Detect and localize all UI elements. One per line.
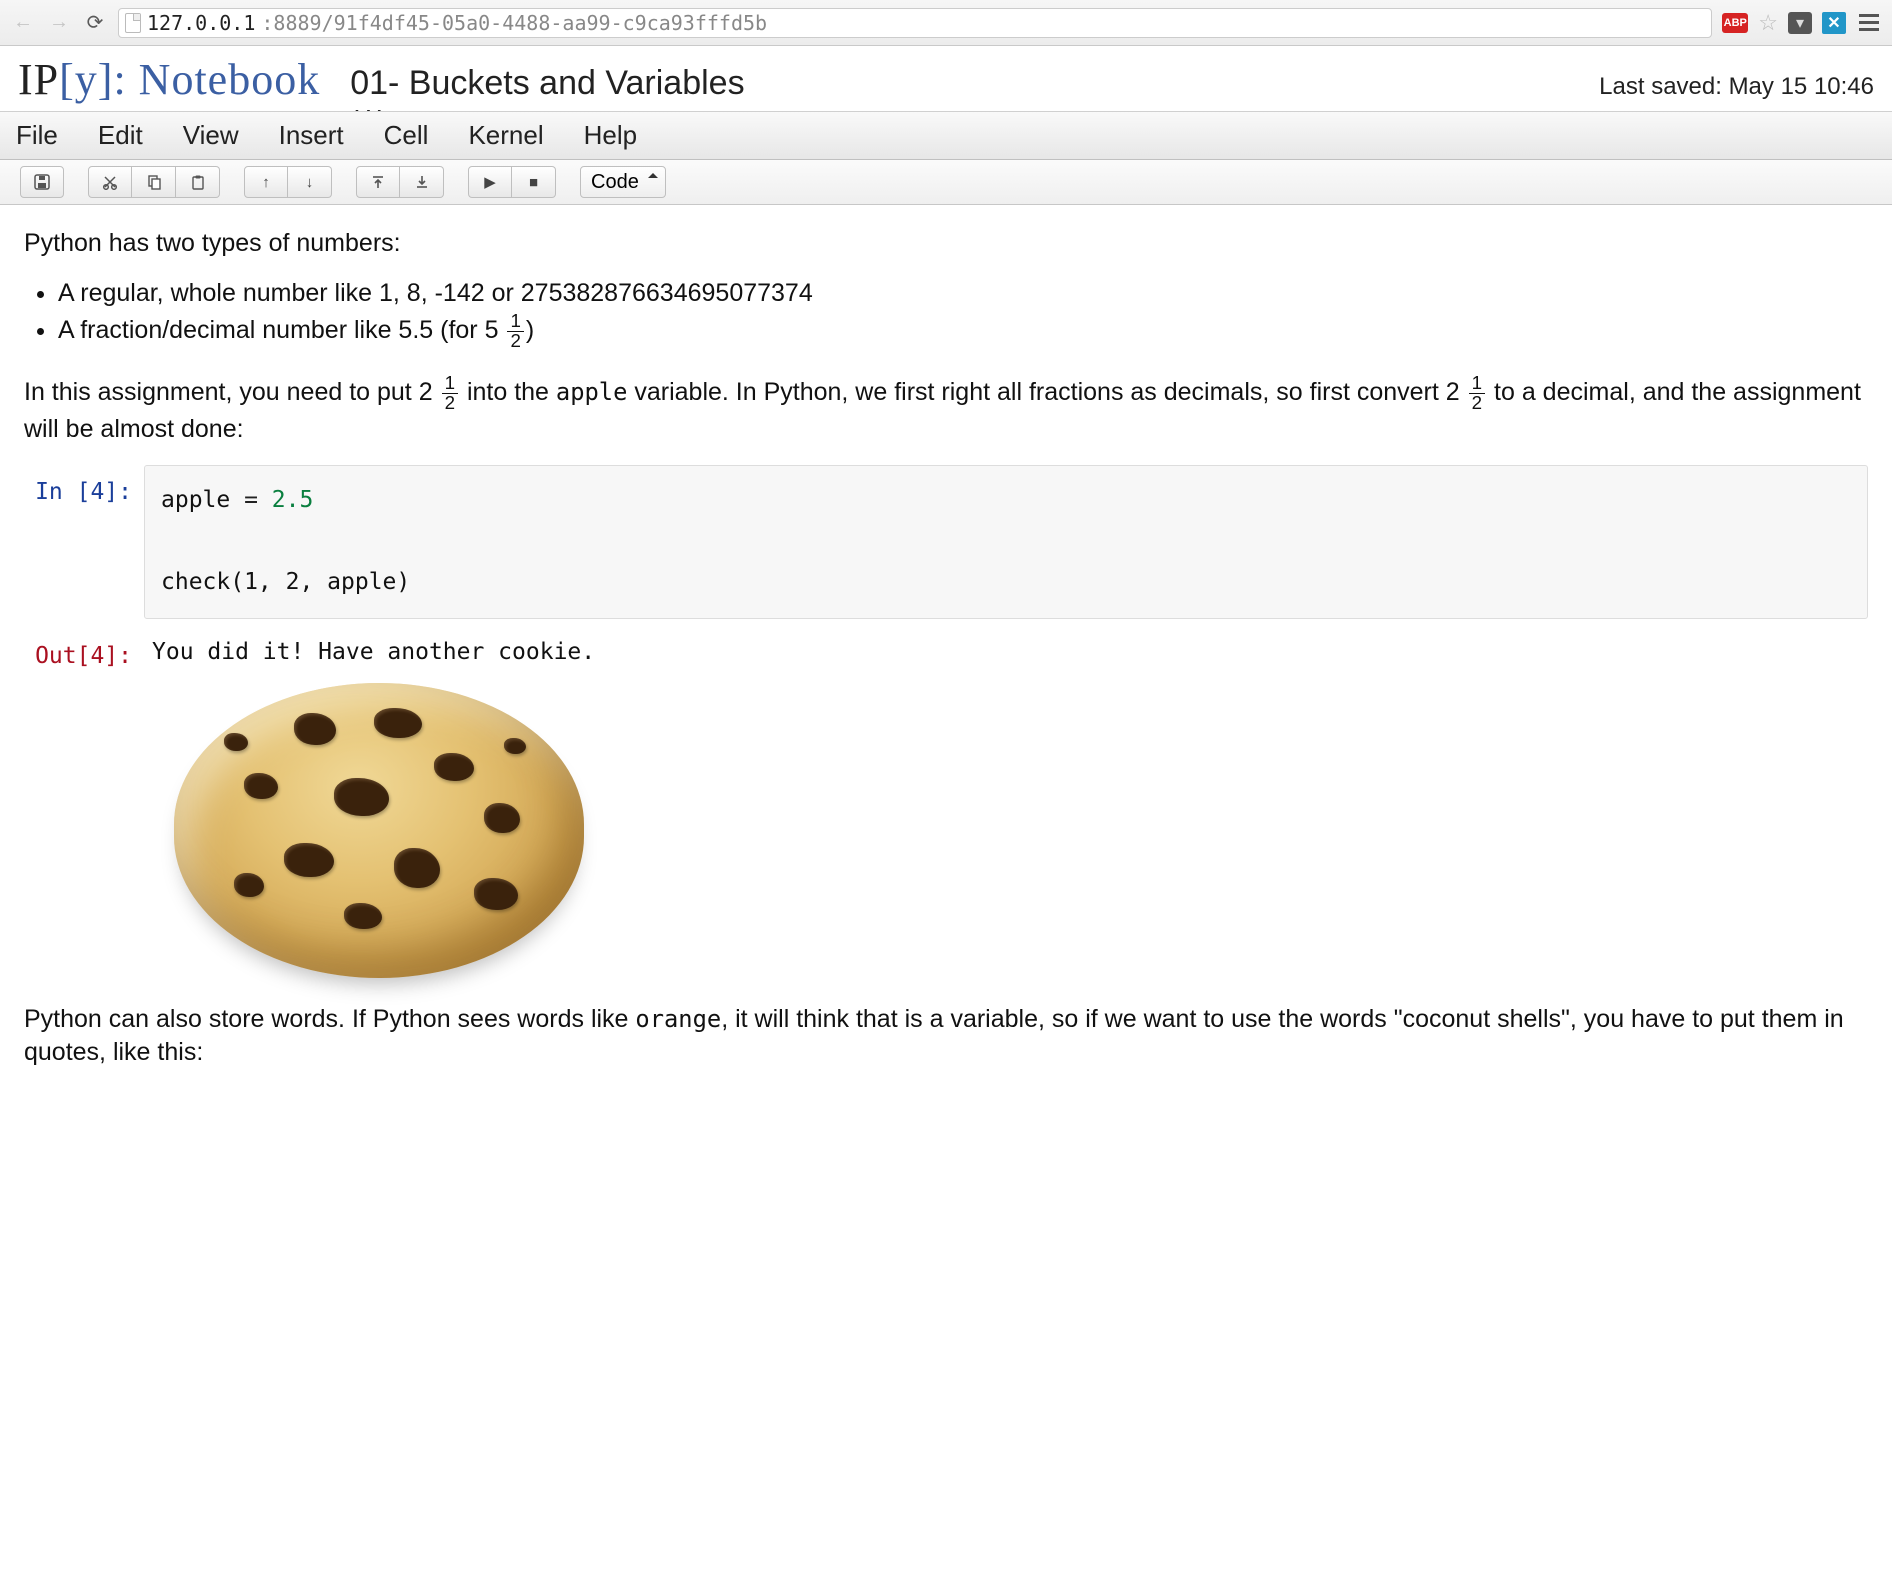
output-cell: Out[4]: You did it! Have another cookie. [24, 629, 1868, 1003]
run-button[interactable]: ▶ [468, 166, 512, 198]
menu-view[interactable]: View [183, 120, 239, 151]
back-button[interactable]: ← [10, 10, 36, 36]
insert-above-icon [371, 174, 385, 190]
browser-menu-button[interactable] [1856, 11, 1882, 34]
copy-icon [146, 174, 162, 190]
cell-type-select[interactable]: Code [580, 166, 666, 198]
menu-cell[interactable]: Cell [384, 120, 429, 151]
abp-extension-icon[interactable]: ABP [1722, 13, 1748, 33]
url-host: 127.0.0.1 [147, 11, 255, 35]
markdown-paragraph: Python can also store words. If Python s… [24, 1003, 1868, 1071]
markdown-paragraph: In this assignment, you need to put 2 12… [24, 374, 1868, 446]
menu-edit[interactable]: Edit [98, 120, 143, 151]
stop-icon: ■ [529, 174, 538, 191]
play-icon: ▶ [484, 173, 496, 191]
arrow-up-icon: ↑ [262, 174, 270, 191]
bookmark-star-icon[interactable]: ☆ [1758, 10, 1778, 36]
fraction: 12 [507, 312, 523, 351]
paste-button[interactable] [176, 166, 220, 198]
paste-icon [190, 174, 206, 190]
address-bar[interactable]: 127.0.0.1:8889/91f4df45-05a0-4488-aa99-c… [118, 8, 1712, 38]
list-item: A regular, whole number like 1, 8, -142 … [58, 279, 1868, 308]
notebook-header: IP[y]: Notebook 01- Buckets and Variable… [0, 46, 1892, 112]
toolbar: ↑ ↓ ▶ ■ Code [0, 160, 1892, 205]
insert-below-button[interactable] [400, 166, 444, 198]
forward-button[interactable]: → [46, 10, 72, 36]
pocket-extension-icon[interactable]: ▾ [1788, 12, 1812, 34]
cell-type-select-wrap: Code [580, 166, 666, 198]
move-up-button[interactable]: ↑ [244, 166, 288, 198]
insert-below-icon [415, 174, 429, 190]
output-prompt: Out[4]: [24, 629, 144, 1003]
arrow-down-icon: ↓ [306, 174, 314, 191]
page-icon [125, 13, 141, 33]
code-input[interactable]: apple = 2.5 check(1, 2, apple) [144, 465, 1868, 619]
browser-toolbar: ← → ⟳ 127.0.0.1:8889/91f4df45-05a0-4488-… [0, 0, 1892, 46]
reload-button[interactable]: ⟳ [82, 10, 108, 36]
copy-button[interactable] [132, 166, 176, 198]
output-text: You did it! Have another cookie. [144, 629, 1868, 669]
save-icon [34, 174, 50, 190]
menu-file[interactable]: File [16, 120, 58, 151]
output-area: You did it! Have another cookie. [144, 629, 1868, 1003]
markdown-list: A regular, whole number like 1, 8, -142 … [58, 279, 1868, 351]
fraction: 12 [1469, 374, 1485, 413]
insert-above-button[interactable] [356, 166, 400, 198]
cut-button[interactable] [88, 166, 132, 198]
list-item: A fraction/decimal number like 5.5 (for … [58, 312, 1868, 351]
last-saved-label: Last saved: May 15 10:46 [1599, 73, 1874, 101]
input-prompt: In [4]: [24, 465, 144, 619]
menu-kernel[interactable]: Kernel [468, 120, 543, 151]
cut-icon [102, 174, 118, 190]
save-button[interactable] [20, 166, 64, 198]
interrupt-button[interactable]: ■ [512, 166, 556, 198]
cookie-image [144, 673, 614, 1003]
markdown-paragraph: Python has two types of numbers: [24, 227, 1868, 261]
move-down-button[interactable]: ↓ [288, 166, 332, 198]
url-path: :8889/91f4df45-05a0-4488-aa99-c9ca93fffd… [261, 11, 767, 35]
notebook-title[interactable]: 01- Buckets and Variables AM [350, 64, 744, 112]
extension-icon[interactable]: ✕ [1822, 12, 1846, 34]
code-cell[interactable]: In [4]: apple = 2.5 check(1, 2, apple) [24, 465, 1868, 619]
fraction: 12 [442, 374, 458, 413]
menubar: File Edit View Insert Cell Kernel Help [0, 112, 1892, 160]
menu-insert[interactable]: Insert [279, 120, 344, 151]
ipython-logo[interactable]: IP[y]: Notebook [18, 54, 320, 105]
menu-help[interactable]: Help [584, 120, 637, 151]
notebook-body: Python has two types of numbers: A regul… [0, 205, 1892, 1110]
